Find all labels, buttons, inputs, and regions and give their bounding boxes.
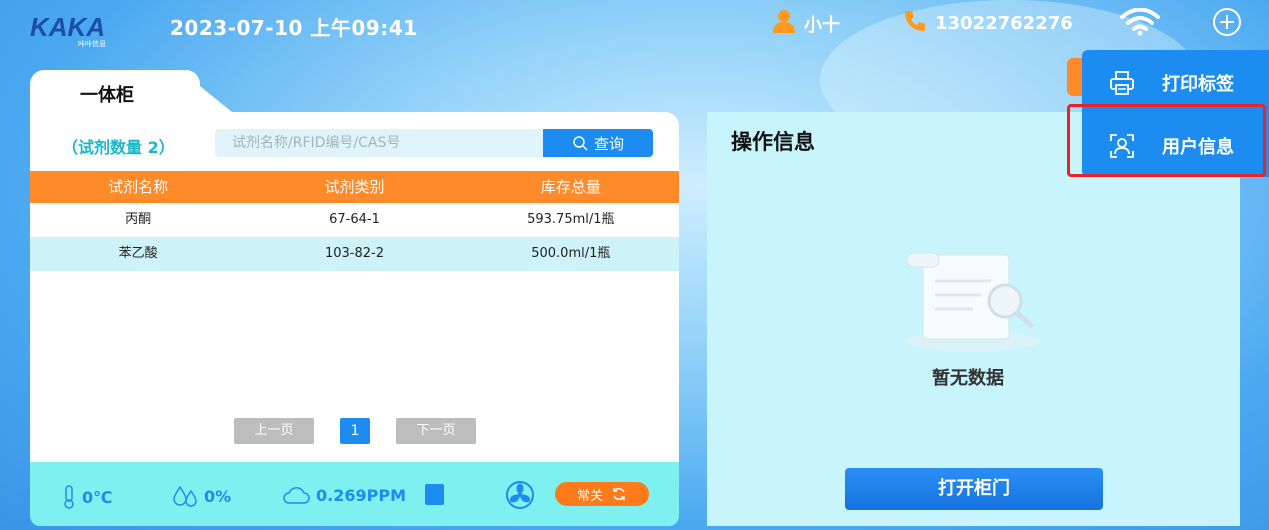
humidity-status: 0%: [172, 485, 231, 507]
humidity-value: 0%: [204, 486, 232, 506]
svg-text:KAKA: KAKA: [30, 12, 105, 42]
cell-category: 103-82-2: [324, 246, 384, 261]
next-page-button[interactable]: 下一页: [396, 418, 476, 444]
cell-name: 丙酮: [125, 212, 152, 227]
highlight-box: [1067, 104, 1266, 177]
temperature-value: 0℃: [82, 487, 113, 507]
user-icon: [772, 9, 796, 38]
column-header-stock: 库存总量: [540, 178, 601, 196]
mode-toggle-button[interactable]: 常关: [555, 482, 649, 506]
thermometer-icon: [64, 485, 74, 509]
empty-data-text: 暂无数据: [932, 368, 1004, 389]
add-menu-button[interactable]: [1212, 7, 1242, 37]
search-button[interactable]: 查询: [543, 129, 653, 157]
cell-category: 67-64-1: [329, 212, 380, 227]
reagent-count: （试剂数量 2）: [62, 138, 175, 157]
table-row[interactable]: 苯乙酸 103-82-2 500.0ml/1瓶: [30, 237, 679, 271]
kaka-logo: KAKA 咔咔信息: [30, 12, 125, 48]
plus-circle-icon: [1213, 8, 1241, 36]
prev-page-button[interactable]: 上一页: [234, 418, 314, 444]
column-header-name: 试剂名称: [108, 178, 169, 196]
column-header-category: 试剂类别: [324, 178, 385, 196]
wifi-icon: [1120, 7, 1160, 40]
cell-stock: 500.0ml/1瓶: [531, 246, 611, 261]
user-name: 小十: [804, 14, 840, 36]
page-number[interactable]: 1: [340, 418, 370, 444]
current-user: 小十: [772, 9, 840, 38]
search-icon: [573, 136, 588, 151]
table-header: 试剂名称 试剂类别 库存总量: [30, 171, 679, 203]
cell-name: 苯乙酸: [118, 246, 158, 261]
phone-icon: [903, 9, 927, 38]
phone-number: 13022762276: [903, 9, 1073, 38]
temperature-status: 0℃: [62, 485, 113, 509]
datetime-display: 2023-07-10 上午09:41: [170, 16, 418, 40]
empty-data-illustration: [895, 245, 1045, 359]
fan-button[interactable]: [505, 480, 535, 514]
humidity-drops-icon: [173, 485, 197, 507]
refresh-icon: [613, 488, 625, 500]
ppm-status: 0.269PPM: [282, 485, 406, 505]
reagent-panel: [30, 112, 679, 462]
mode-toggle-label: 常关: [576, 488, 603, 504]
menu-item-print-label-text: 打印标签: [1162, 74, 1234, 95]
ppm-value: 0.269PPM: [316, 485, 406, 505]
table-row[interactable]: 丙酮 67-64-1 593.75ml/1瓶: [30, 203, 679, 237]
search-input[interactable]: 试剂名称/RFID编号/CAS号: [215, 129, 543, 157]
door-status-icon: [425, 484, 444, 505]
open-door-button[interactable]: 打开柜门: [845, 468, 1103, 510]
operation-info-title: 操作信息: [731, 130, 815, 154]
search-button-label: 查询: [593, 134, 624, 153]
printer-icon: [1082, 70, 1162, 96]
phone-text: 13022762276: [935, 13, 1073, 34]
cloud-icon: [283, 487, 310, 504]
cell-stock: 593.75ml/1瓶: [527, 212, 615, 227]
tab-decoration: [180, 70, 232, 112]
fan-icon: [506, 481, 534, 509]
cabinet-tab-label: 一体柜: [80, 85, 134, 106]
svg-text:咔咔信息: 咔咔信息: [78, 39, 106, 48]
